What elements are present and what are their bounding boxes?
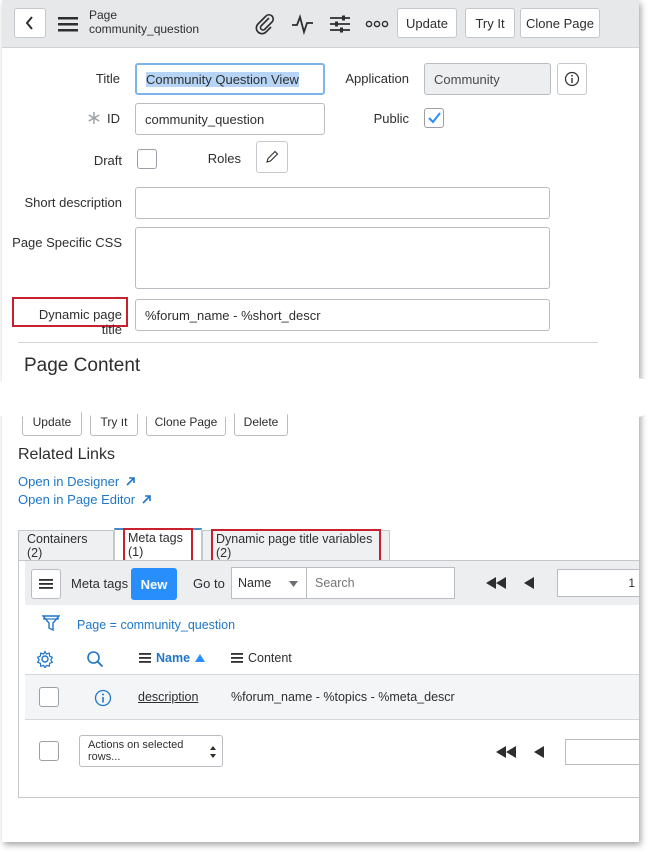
footer-page-input[interactable]	[565, 739, 639, 765]
goto-select-value: Name	[238, 576, 272, 590]
sort-ascending-icon	[195, 654, 206, 662]
open-in-designer-label: Open in Designer	[18, 474, 120, 489]
record-title: Page community_question	[89, 8, 199, 36]
row-info-icon[interactable]	[93, 688, 113, 708]
column-header-content-label: Content	[248, 651, 292, 665]
torn-paper-divider	[0, 376, 648, 419]
open-in-page-editor-link[interactable]: Open in Page Editor	[18, 492, 151, 507]
activity-icon[interactable]	[291, 12, 315, 36]
page-css-field[interactable]	[135, 227, 550, 289]
external-arrow-icon	[142, 495, 151, 504]
dynamic-title-field[interactable]: %forum_name - %short_descr	[135, 299, 550, 331]
hamburger-icon[interactable]	[56, 14, 80, 34]
draft-checkbox[interactable]	[137, 149, 157, 169]
checkmark-icon	[428, 112, 441, 124]
page-number-value: 1	[628, 576, 635, 590]
first-page-icon[interactable]	[485, 575, 507, 591]
form-panel: Page community_question Update Try It Cl…	[2, 0, 639, 392]
row-name-link[interactable]: description	[138, 690, 198, 704]
actions-select-value: Actions on selected rows...	[88, 739, 184, 763]
roles-label: Roles	[207, 151, 241, 166]
related-panel: Update Try It Clone Page Delete Related …	[2, 392, 639, 842]
page-css-label: Page Specific CSS	[12, 235, 122, 250]
column-header-content[interactable]: Content	[231, 651, 292, 665]
row-checkbox[interactable]	[39, 687, 59, 707]
short-description-field[interactable]	[135, 187, 550, 219]
tab-containers[interactable]: Containers (2)	[18, 530, 114, 560]
application-label: Application	[345, 71, 409, 86]
select-arrows-icon	[210, 746, 216, 758]
dropdown-caret-icon	[289, 581, 298, 587]
previous-page-icon[interactable]	[523, 575, 535, 591]
list-toolbar: Meta tags New Go to Name 1	[25, 561, 639, 605]
new-button[interactable]: New	[131, 568, 177, 600]
list-title: Meta tags	[71, 576, 129, 591]
column-header-name[interactable]: Name	[139, 651, 206, 665]
table-row: description %forum_name - %topics - %met…	[25, 675, 639, 719]
clone-page-button[interactable]: Clone Page	[520, 8, 600, 38]
edit-roles-button[interactable]	[256, 141, 288, 173]
title-field[interactable]: Community Question View	[135, 63, 325, 95]
open-in-designer-link[interactable]: Open in Designer	[18, 474, 135, 489]
application-info-button[interactable]	[557, 63, 587, 95]
related-list: Meta tags New Go to Name 1 Page = commun…	[18, 560, 639, 798]
settings-sliders-icon[interactable]	[328, 12, 352, 36]
hamburger-icon	[39, 579, 53, 589]
related-links-heading: Related Links	[18, 446, 115, 463]
paperclip-icon[interactable]	[254, 12, 276, 36]
id-label: ID	[107, 111, 120, 126]
tab-dynamic-variables[interactable]: Dynamic page title variables (2)	[202, 528, 390, 563]
goto-label: Go to	[193, 576, 225, 591]
chevron-left-icon	[25, 16, 33, 30]
required-asterisk-icon	[86, 110, 102, 126]
short-description-label: Short description	[24, 195, 122, 210]
title-value: Community Question View	[146, 71, 299, 87]
public-checkbox[interactable]	[424, 108, 444, 128]
footer-previous-page-icon[interactable]	[533, 744, 545, 760]
draft-label: Draft	[93, 153, 122, 168]
footer-first-page-icon[interactable]	[495, 744, 517, 760]
public-label: Public	[373, 111, 409, 126]
list-settings-gear-icon[interactable]	[35, 649, 55, 669]
goto-select[interactable]: Name	[231, 567, 307, 599]
list-menu-button[interactable]	[31, 569, 61, 599]
section-divider	[18, 342, 598, 343]
back-button[interactable]	[14, 8, 46, 38]
row-content: %forum_name - %topics - %meta_descr	[231, 690, 455, 704]
filter-breadcrumb[interactable]: Page = community_question	[77, 618, 235, 632]
row-divider	[25, 719, 639, 720]
column-header-name-label: Name	[156, 651, 191, 665]
pencil-icon	[266, 150, 279, 163]
search-input[interactable]	[307, 567, 455, 599]
actions-select[interactable]: Actions on selected rows...	[79, 735, 223, 767]
tab-dynamic-variables-label: Dynamic page title variables (2)	[211, 528, 381, 563]
filter-funnel-icon[interactable]	[41, 613, 61, 633]
application-field: Community	[424, 63, 551, 95]
dynamic-title-label: Dynamic page title	[38, 307, 122, 337]
info-icon	[564, 71, 580, 87]
tab-meta-tags[interactable]: Meta tags (1)	[114, 528, 202, 562]
title-label: Title	[95, 71, 120, 86]
record-name: community_question	[89, 22, 200, 36]
search-icon[interactable]	[85, 649, 105, 669]
form-header: Page community_question Update Try It Cl…	[2, 0, 639, 48]
page-number-input[interactable]: 1	[557, 569, 639, 597]
select-all-checkbox[interactable]	[39, 741, 59, 761]
column-menu-icon	[139, 653, 151, 663]
external-arrow-icon	[126, 477, 135, 486]
record-type: Page	[89, 8, 118, 22]
column-menu-icon	[231, 653, 243, 663]
update-button[interactable]: Update	[397, 8, 457, 38]
tab-meta-tags-label: Meta tags (1)	[123, 528, 193, 562]
open-in-page-editor-label: Open in Page Editor	[18, 492, 136, 507]
more-options-icon[interactable]	[364, 14, 390, 34]
id-field[interactable]: community_question	[135, 103, 325, 135]
try-it-button[interactable]: Try It	[465, 8, 515, 38]
